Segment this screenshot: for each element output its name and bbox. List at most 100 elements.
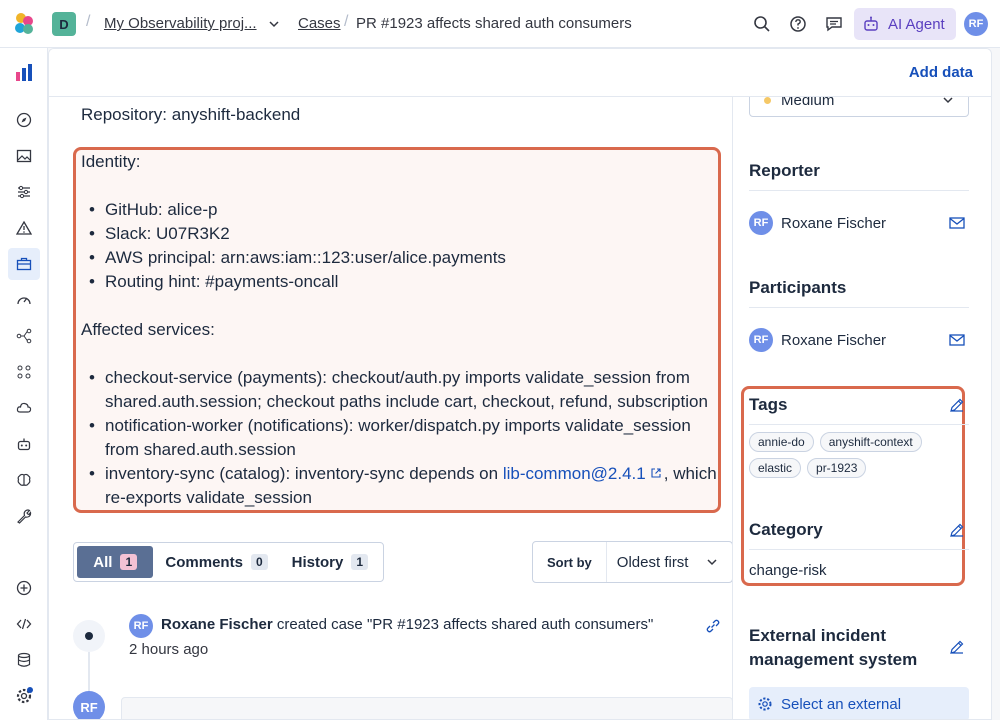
brain-icon[interactable]: [12, 468, 36, 492]
alert-icon[interactable]: [12, 216, 36, 240]
tags-category-highlight-box: [741, 386, 965, 586]
cases-icon[interactable]: [8, 248, 40, 280]
pencil-icon[interactable]: [949, 397, 965, 413]
tab-comments-label: Comments: [165, 553, 243, 571]
code-icon[interactable]: [12, 612, 36, 636]
category-title: Category: [749, 520, 823, 539]
observability-logo-icon[interactable]: [12, 60, 36, 84]
affected-list: checkout-service (payments): checkout/au…: [81, 366, 771, 510]
tags-list: annie-do anyshift-context elastic pr-192…: [749, 432, 959, 478]
participant-name: Roxane Fischer: [781, 331, 887, 349]
pencil-icon[interactable]: [949, 639, 965, 655]
help-icon[interactable]: [787, 13, 809, 35]
lib-common-link[interactable]: lib-common@2.4.1: [503, 464, 646, 483]
tab-history[interactable]: History 1: [280, 546, 380, 578]
reporter-name: Roxane Fischer: [781, 214, 887, 232]
tab-all[interactable]: All 1: [77, 546, 154, 578]
identity-item-aws: AWS principal: arn:aws:iam::123:user/ali…: [81, 246, 771, 270]
select-external-label: Select an external: [781, 695, 902, 713]
link-icon[interactable]: [705, 618, 721, 634]
case-detail-panel: Add data Repository: anyshift-backend Id…: [48, 48, 992, 720]
external-link-icon: [651, 468, 661, 478]
chevron-down-icon: [707, 559, 717, 566]
sort-select[interactable]: Sort by Oldest first: [532, 541, 733, 583]
tab-all-label: All: [93, 553, 113, 571]
tab-all-count: 1: [120, 554, 138, 570]
identity-item-slack: Slack: U07R3K2: [81, 222, 771, 246]
category-value: change-risk: [749, 562, 827, 579]
tag-badge[interactable]: elastic: [749, 458, 802, 478]
comment-editor[interactable]: [121, 697, 733, 719]
description-repository: Repository: anyshift-backend: [81, 105, 301, 124]
severity-dot: [764, 96, 771, 104]
divider: [749, 190, 969, 191]
activity-action: created case "PR #1923 affects shared au…: [272, 616, 654, 633]
tag-badge[interactable]: annie-do: [749, 432, 814, 452]
timeline-line: [88, 652, 90, 692]
affected-item-inventory: inventory-sync (catalog): inventory-sync…: [81, 462, 721, 510]
chevron-down-icon[interactable]: [268, 18, 280, 30]
activity-tabs: All 1 Comments 0 History 1: [73, 542, 384, 582]
reporter-title: Reporter: [749, 161, 820, 180]
identity-list: GitHub: alice-p Slack: U07R3K2 AWS princ…: [81, 198, 771, 294]
pencil-icon[interactable]: [949, 522, 965, 538]
divider: [749, 307, 969, 308]
breadcrumb-separator: /: [344, 13, 349, 30]
flow-icon[interactable]: [12, 324, 36, 348]
space-badge[interactable]: D: [52, 12, 76, 36]
ai-agent-label: AI Agent: [888, 15, 945, 33]
activity-entry: Roxane Fischer created case "PR #1923 af…: [161, 616, 653, 633]
search-icon[interactable]: [751, 13, 773, 35]
breadcrumb-current: PR #1923 affects shared auth consumers: [356, 15, 632, 32]
elastic-logo-icon[interactable]: [12, 12, 36, 36]
timeline-marker: [73, 620, 105, 652]
tag-badge[interactable]: pr-1923: [807, 458, 867, 478]
tag-badge[interactable]: anyshift-context: [819, 432, 922, 452]
identity-item-github: GitHub: alice-p: [81, 198, 771, 222]
compass-icon[interactable]: [12, 108, 36, 132]
database-icon[interactable]: [12, 648, 36, 672]
reporter-avatar: RF: [749, 211, 773, 235]
activity-time: 2 hours ago: [129, 641, 209, 658]
breadcrumb-separator: /: [86, 13, 91, 30]
tab-history-count: 1: [351, 554, 368, 570]
left-sidebar: [0, 48, 48, 720]
mail-icon[interactable]: [949, 217, 965, 229]
external-system-title: External incident management system: [749, 626, 918, 669]
gear-icon: [758, 697, 772, 711]
apps-grid-icon[interactable]: [12, 360, 36, 384]
tab-comments-count: 0: [250, 554, 268, 570]
tags-title: Tags: [749, 395, 788, 414]
robot-icon[interactable]: [12, 432, 36, 456]
activity-user[interactable]: Roxane Fischer: [161, 616, 273, 633]
participant-entry: RF Roxane Fischer: [749, 328, 886, 352]
reporter-entry: RF Roxane Fischer: [749, 211, 886, 235]
cloud-icon[interactable]: [12, 396, 36, 420]
participants-title: Participants: [749, 278, 847, 297]
gauge-icon[interactable]: [12, 288, 36, 312]
image-icon[interactable]: [12, 144, 36, 168]
breadcrumb-cases[interactable]: Cases: [298, 15, 341, 32]
affected-item-inventory-prefix: inventory-sync (catalog): inventory-sync…: [105, 464, 503, 483]
tab-comments[interactable]: Comments 0: [153, 546, 279, 578]
activity-user-avatar: RF: [129, 614, 153, 638]
chat-icon[interactable]: [823, 13, 845, 35]
panel-header: Add data: [49, 49, 991, 97]
ai-agent-button[interactable]: AI Agent: [854, 8, 956, 40]
sort-value: Oldest first: [616, 553, 689, 571]
divider: [749, 549, 969, 550]
wrench-icon[interactable]: [12, 504, 36, 528]
add-data-link[interactable]: Add data: [909, 64, 973, 81]
identity-heading: Identity:: [81, 152, 141, 171]
sliders-icon[interactable]: [12, 180, 36, 204]
mail-icon[interactable]: [949, 334, 965, 346]
affected-item-notification: notification-worker (notifications): wor…: [81, 414, 721, 462]
add-icon[interactable]: [12, 576, 36, 600]
comment-user-avatar: RF: [73, 691, 105, 719]
identity-item-routing: Routing hint: #payments-oncall: [81, 270, 771, 294]
breadcrumb-project[interactable]: My Observability proj...: [104, 15, 257, 32]
select-external-button[interactable]: Select an external: [749, 687, 969, 719]
description-highlight-content: Identity: GitHub: alice-p Slack: U07R3K2…: [81, 150, 771, 510]
user-avatar[interactable]: RF: [964, 12, 988, 36]
gear-icon[interactable]: [12, 684, 36, 708]
